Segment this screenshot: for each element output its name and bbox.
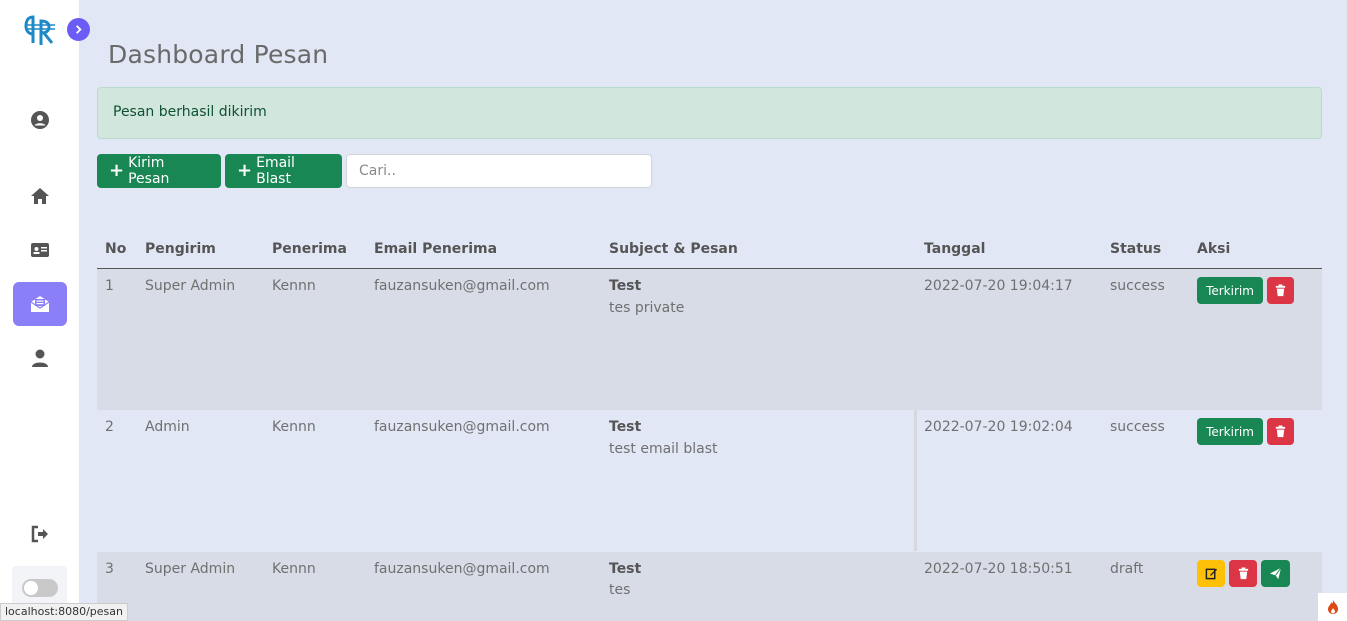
- email-blast-button[interactable]: + Email Blast: [225, 154, 342, 188]
- kirim-pesan-button[interactable]: + Kirim Pesan: [97, 154, 221, 188]
- table-row: 1 Super Admin Kennn fauzansuken@gmail.co…: [97, 269, 1322, 410]
- cell-penerima: Kennn: [272, 419, 316, 435]
- toggle-track: [21, 579, 58, 597]
- search-input[interactable]: [346, 154, 652, 188]
- cell-penerima: Kennn: [272, 561, 316, 577]
- cell-subject: Test: [609, 561, 642, 577]
- cell-no: 2: [105, 419, 114, 435]
- cell-status: success: [1110, 278, 1165, 294]
- cell-pengirim: Super Admin: [145, 278, 236, 294]
- header-penerima: Penerima: [272, 241, 347, 257]
- cell-email: fauzansuken@gmail.com: [374, 419, 550, 435]
- edit-button[interactable]: [1197, 560, 1225, 587]
- id-card-icon: [31, 243, 49, 257]
- terkirim-button[interactable]: Terkirim: [1197, 418, 1263, 445]
- email-blast-label: Email Blast: [256, 155, 295, 187]
- user-circle-icon: [31, 111, 49, 129]
- cell-pengirim: Super Admin: [145, 561, 236, 577]
- table-row: 3 Super Admin Kennn fauzansuken@gmail.co…: [97, 552, 1322, 621]
- header-pengirim: Pengirim: [145, 241, 216, 257]
- sidebar-item-pesan[interactable]: [13, 282, 67, 326]
- logout-button[interactable]: [13, 512, 67, 556]
- cell-status: success: [1110, 419, 1165, 435]
- cell-email: fauzansuken@gmail.com: [374, 561, 550, 577]
- sidebar-item-contacts[interactable]: [13, 228, 67, 272]
- cell-tanggal: 2022-07-20 19:04:17: [924, 278, 1073, 294]
- cell-email: fauzansuken@gmail.com: [374, 278, 550, 294]
- cell-pesan: test email blast: [609, 441, 718, 457]
- column-divider: [914, 410, 917, 551]
- header-tanggal: Tanggal: [924, 241, 986, 257]
- header-aksi: Aksi: [1197, 241, 1231, 257]
- toggle-knob: [23, 581, 38, 595]
- envelope-open-icon: [30, 296, 50, 312]
- header-email: Email Penerima: [374, 241, 498, 257]
- cell-pesan: tes private: [609, 300, 685, 316]
- cell-tanggal: 2022-07-20 18:50:51: [924, 561, 1073, 577]
- delete-button[interactable]: [1229, 560, 1257, 587]
- table-row: 2 Admin Kennn fauzansuken@gmail.com Test…: [97, 410, 1322, 552]
- sidebar-toggle-button[interactable]: [67, 18, 90, 41]
- table-header: No Pengirim Penerima Email Penerima Subj…: [97, 230, 1322, 269]
- sidebar-item-home[interactable]: [13, 174, 67, 218]
- terkirim-button[interactable]: Terkirim: [1197, 277, 1263, 304]
- plus-icon: +: [109, 160, 125, 181]
- chevron-right-icon: [76, 25, 82, 34]
- success-alert: Pesan berhasil dikirim: [97, 87, 1322, 139]
- page-title: Dashboard Pesan: [108, 40, 329, 69]
- paper-plane-icon: [1269, 567, 1282, 580]
- trash-icon: [1238, 567, 1248, 580]
- header-subject: Subject & Pesan: [609, 241, 738, 257]
- cell-no: 3: [105, 561, 114, 577]
- cell-pesan: tes: [609, 582, 631, 598]
- cell-pengirim: Admin: [145, 419, 190, 435]
- user-icon: [32, 349, 48, 367]
- kirim-pesan-label: Kirim Pesan: [128, 155, 170, 187]
- send-button[interactable]: [1261, 560, 1290, 587]
- plus-icon: +: [237, 160, 253, 181]
- cell-status: draft: [1110, 561, 1144, 577]
- delete-button[interactable]: [1267, 418, 1294, 445]
- trash-icon: [1275, 284, 1286, 297]
- cell-no: 1: [105, 278, 114, 294]
- app-logo[interactable]: [24, 13, 56, 47]
- cell-subject: Test: [609, 278, 642, 294]
- sidebar: [0, 0, 79, 621]
- messages-table: No Pengirim Penerima Email Penerima Subj…: [97, 230, 1322, 621]
- logout-icon: [31, 525, 48, 543]
- sidebar-item-profile[interactable]: [13, 98, 67, 142]
- header-status: Status: [1110, 241, 1162, 257]
- debug-toolbar-flame-icon[interactable]: [1318, 593, 1347, 621]
- delete-button[interactable]: [1267, 277, 1294, 304]
- home-icon: [31, 188, 49, 204]
- sidebar-item-users[interactable]: [13, 336, 67, 380]
- cell-tanggal: 2022-07-20 19:02:04: [924, 419, 1073, 435]
- header-no: No: [105, 241, 127, 257]
- browser-status-url: localhost:8080/pesan: [0, 603, 128, 621]
- trash-icon: [1275, 425, 1286, 438]
- edit-icon: [1205, 568, 1217, 580]
- cell-subject: Test: [609, 419, 642, 435]
- cell-penerima: Kennn: [272, 278, 316, 294]
